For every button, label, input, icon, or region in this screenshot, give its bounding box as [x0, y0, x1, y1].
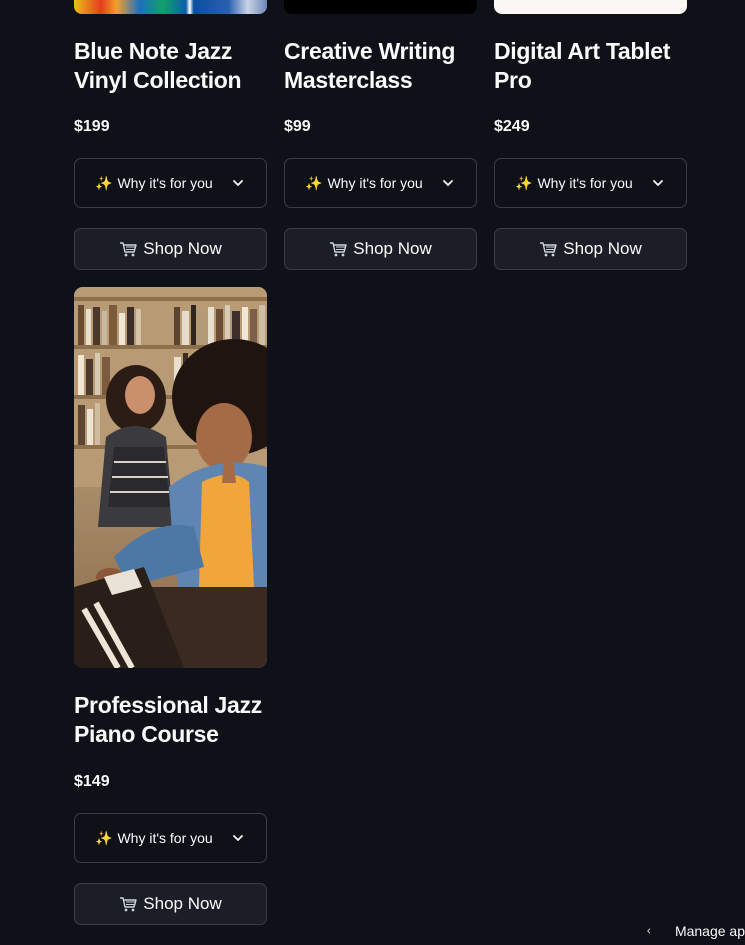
- sparkles-icon: ✨: [305, 174, 323, 191]
- product-image: [74, 287, 267, 668]
- product-title-line: Masterclass: [284, 67, 413, 93]
- manage-app-label: Manage ap: [674, 922, 745, 939]
- chevron-down-icon: [233, 180, 243, 186]
- manage-app-button[interactable]: Manage ap: [640, 916, 745, 945]
- chevron-left-icon: [647, 927, 651, 934]
- why-its-for-you-expander[interactable]: ✨ Why it's for you: [494, 158, 687, 208]
- women-playing-piano-photo: [74, 287, 267, 668]
- shop-now-label: Shop Now: [353, 239, 432, 258]
- product-title-line: Blue Note Jazz: [74, 38, 233, 64]
- product-title: Digital Art Tablet Pro: [494, 37, 670, 95]
- shop-now-label: Shop Now: [143, 894, 222, 913]
- why-label: Why it's for you: [117, 175, 213, 191]
- why-label: Why it's for you: [327, 175, 423, 191]
- product-title-line: Vinyl Collection: [74, 67, 242, 93]
- product-title: Creative Writing Masterclass: [284, 37, 455, 95]
- product-title: Blue Note Jazz Vinyl Collection: [74, 37, 242, 95]
- product-title-line: Pro: [494, 67, 532, 93]
- product-image: [74, 0, 267, 14]
- shop-now-label: Shop Now: [143, 239, 222, 258]
- sparkles-icon: ✨: [95, 829, 113, 846]
- sparkles-icon: ✨: [95, 174, 113, 191]
- shop-now-button[interactable]: Shop Now: [74, 883, 267, 925]
- shop-now-button[interactable]: Shop Now: [284, 228, 477, 270]
- product-price: $249: [494, 118, 530, 135]
- why-label: Why it's for you: [117, 830, 213, 846]
- why-its-for-you-expander[interactable]: ✨ Why it's for you: [284, 158, 477, 208]
- shop-now-button[interactable]: Shop Now: [74, 228, 267, 270]
- product-image: [284, 0, 477, 14]
- shopping-cart-icon: [120, 897, 137, 912]
- sparkles-icon: ✨: [515, 174, 533, 191]
- product-title-line: Creative Writing: [284, 38, 456, 64]
- product-price: $149: [74, 773, 110, 790]
- product-price: $99: [284, 118, 311, 135]
- chevron-down-icon: [443, 180, 453, 186]
- why-its-for-you-expander[interactable]: ✨ Why it's for you: [74, 158, 267, 208]
- product-image: [494, 0, 687, 14]
- product-price: $199: [74, 118, 110, 135]
- shopping-cart-icon: [540, 242, 557, 257]
- product-title-line: Professional Jazz: [74, 692, 262, 718]
- why-its-for-you-expander[interactable]: ✨ Why it's for you: [74, 813, 267, 863]
- product-title-line: Digital Art Tablet: [494, 38, 671, 64]
- product-grid-page: Blue Note Jazz Vinyl Collection $199 ✨ W…: [0, 0, 745, 945]
- shop-now-label: Shop Now: [563, 239, 642, 258]
- shop-now-button[interactable]: Shop Now: [494, 228, 687, 270]
- chevron-down-icon: [653, 180, 663, 186]
- product-title-line: Piano Course: [74, 721, 219, 747]
- chevron-down-icon: [233, 835, 243, 841]
- why-label: Why it's for you: [537, 175, 633, 191]
- shopping-cart-icon: [330, 242, 347, 257]
- shopping-cart-icon: [120, 242, 137, 257]
- product-title: Professional Jazz Piano Course: [74, 691, 262, 749]
